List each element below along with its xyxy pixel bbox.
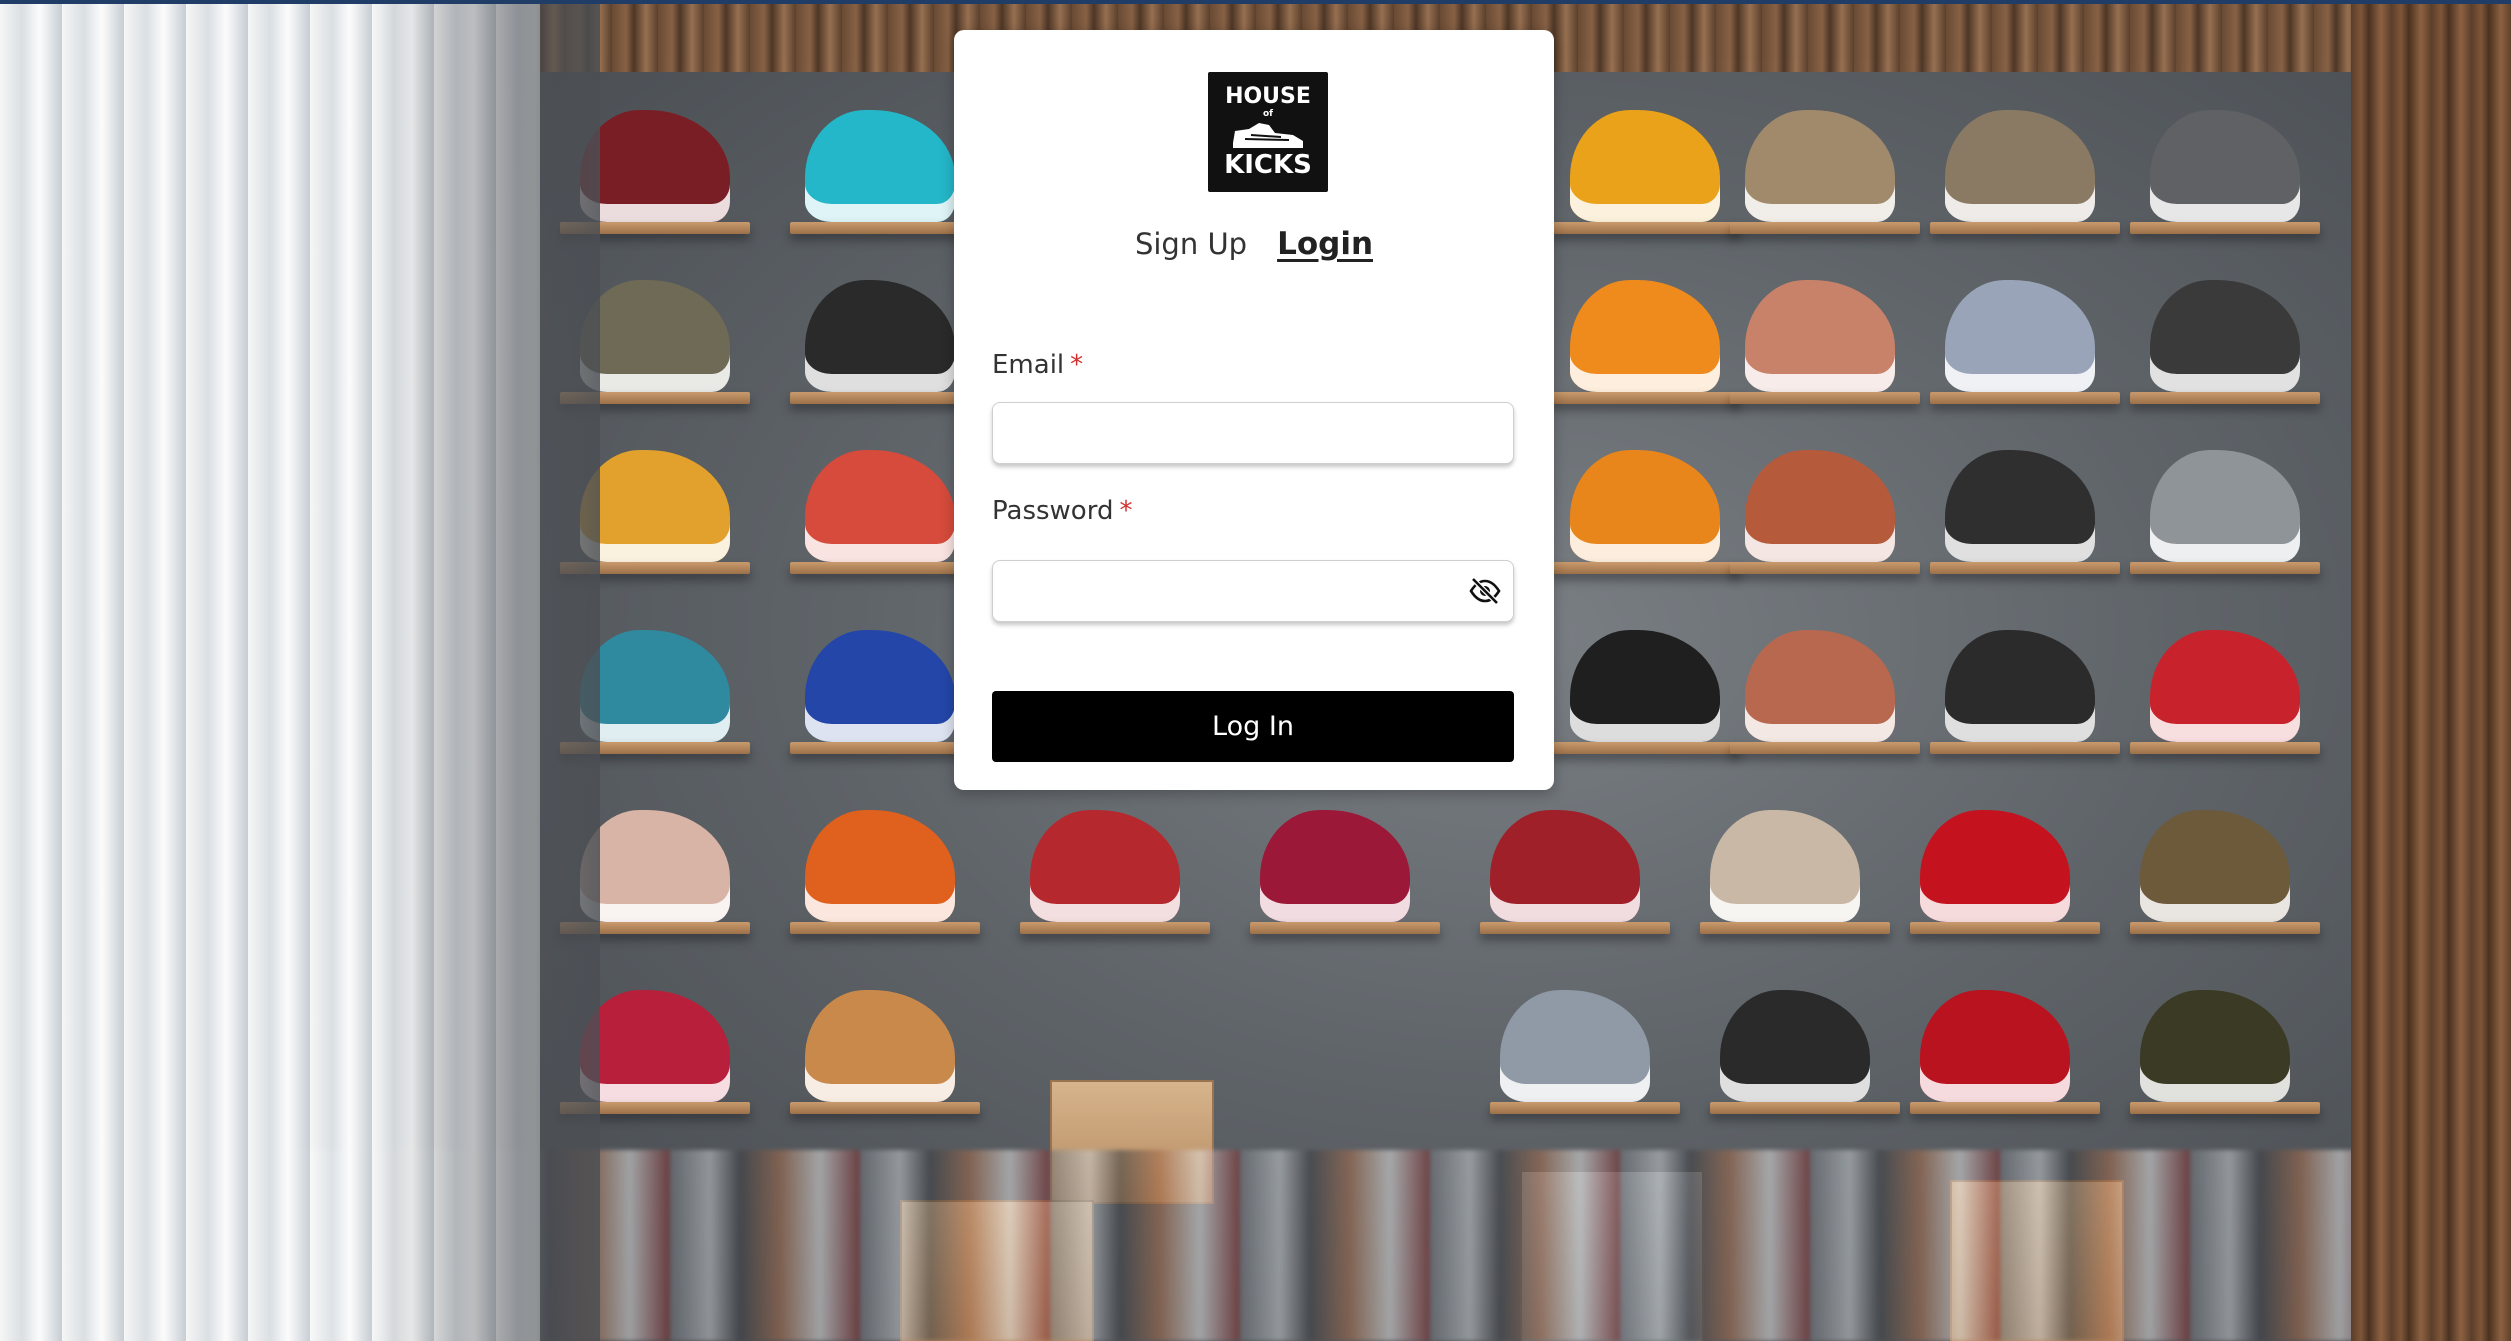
floor-sneakers	[290, 1150, 2390, 1341]
email-field[interactable]	[992, 402, 1514, 464]
email-label-text: Email	[992, 350, 1065, 380]
password-field[interactable]	[992, 560, 1514, 622]
email-label: Email *	[992, 350, 1083, 380]
password-label: Password *	[992, 496, 1132, 526]
login-card: HOUSE of KICKS Sign Up Login Email * Pass…	[954, 30, 1554, 790]
required-marker: *	[1119, 496, 1133, 526]
shoe-shelf-row	[560, 810, 2340, 934]
logo-text-of: of	[1262, 109, 1274, 119]
log-in-button[interactable]: Log In	[992, 691, 1514, 762]
password-label-text: Password	[992, 496, 1114, 526]
logo-text-house: HOUSE	[1225, 84, 1311, 109]
house-of-kicks-logo[interactable]: HOUSE of KICKS	[1208, 72, 1328, 192]
tab-sign-up[interactable]: Sign Up	[1135, 227, 1247, 261]
auth-tabs: Sign Up Login	[954, 226, 1554, 262]
tab-login[interactable]: Login	[1277, 226, 1373, 262]
password-visibility-toggle[interactable]	[1468, 576, 1502, 606]
eye-slash-icon	[1469, 577, 1501, 605]
logo-text-kicks: KICKS	[1224, 150, 1312, 180]
required-marker: *	[1070, 350, 1084, 380]
sneaker-icon	[1233, 123, 1303, 148]
background-wood-panel	[2351, 0, 2511, 1341]
browser-top-strip	[0, 0, 2511, 4]
